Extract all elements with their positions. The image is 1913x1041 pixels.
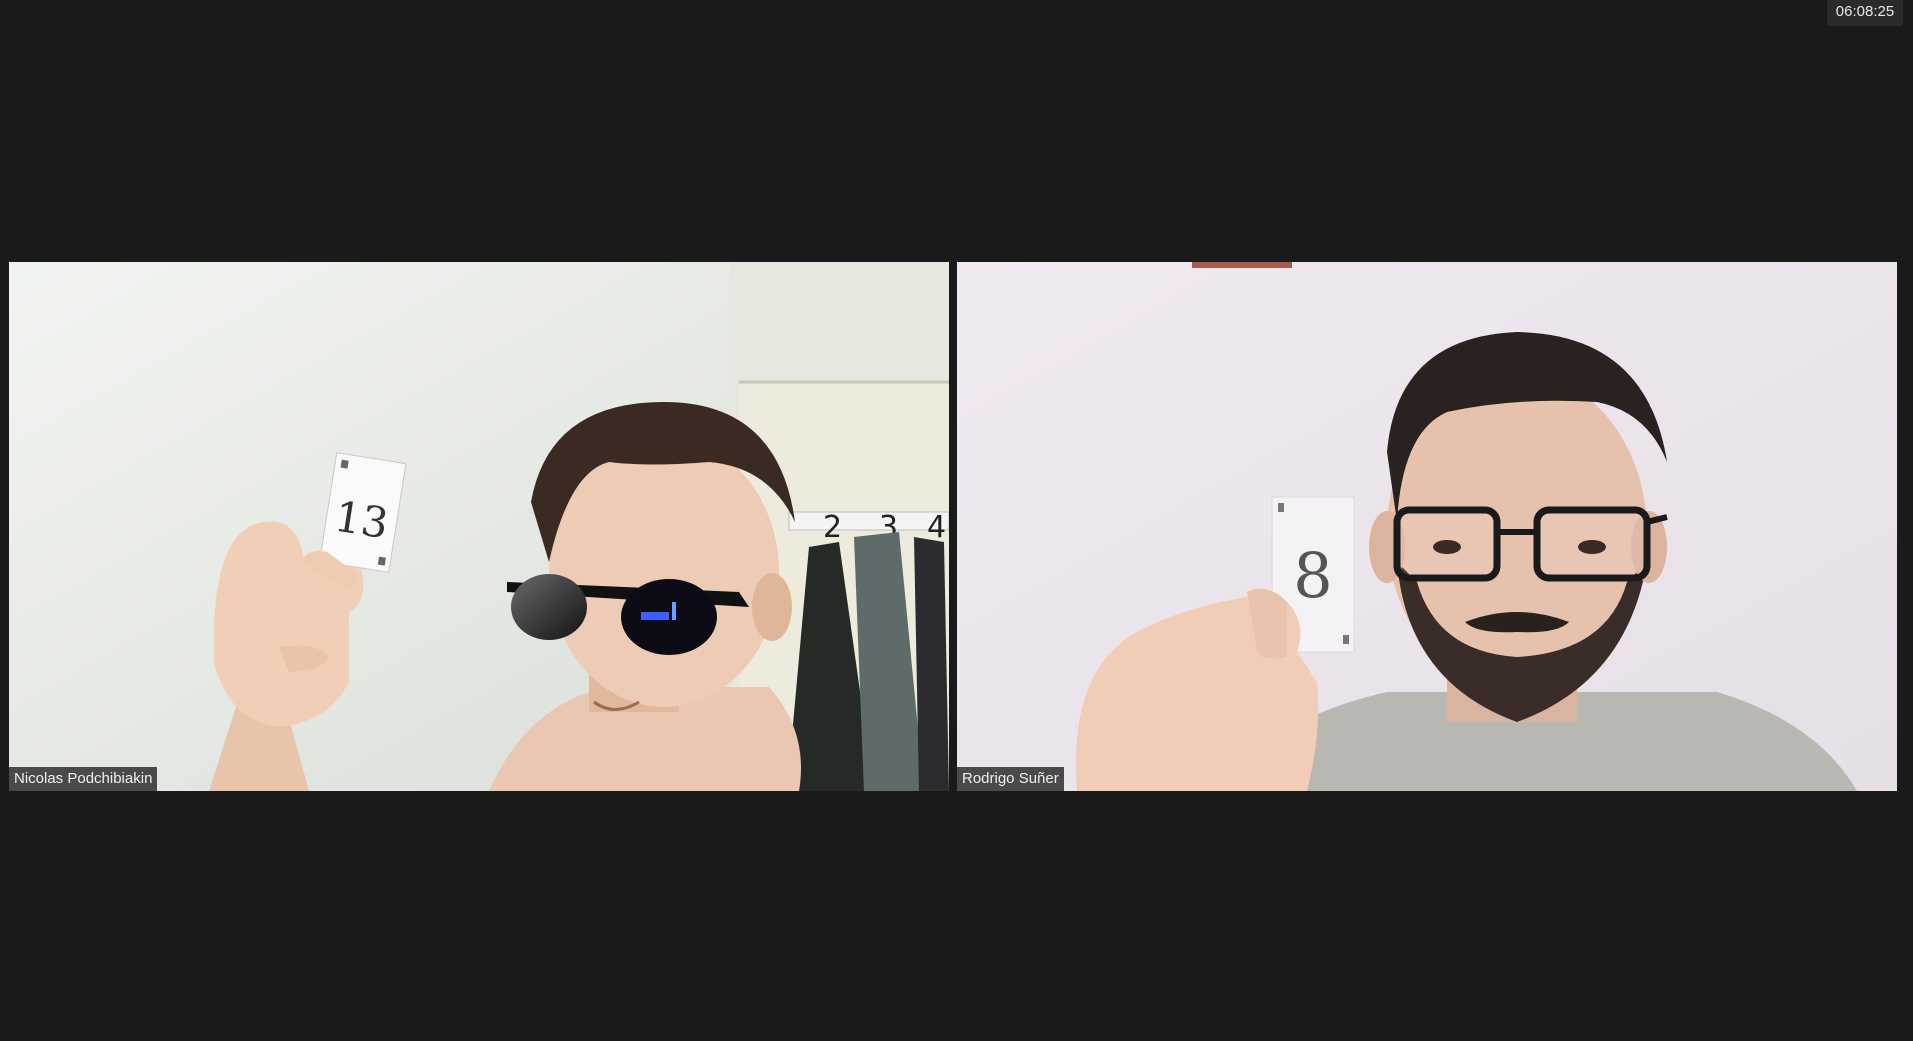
meeting-gallery-view: 06:08:25 2 3 4 13 Nicolas Podchibiakin 8…: [0, 0, 1913, 1041]
participant-video-feed: 2 3 4 13: [9, 262, 949, 791]
participant-video-tile[interactable]: 2 3 4 13 Nicolas Podchibiakin: [9, 262, 949, 791]
participant-video-feed: 8: [957, 262, 1897, 791]
card-number: 8: [1293, 539, 1332, 612]
participant-name-label: Rodrigo Suñer: [957, 767, 1064, 791]
hook-number: 2: [823, 510, 842, 545]
participant-name-label: Nicolas Podchibiakin: [9, 767, 158, 791]
meeting-timer: 06:08:25: [1827, 0, 1903, 26]
card-number: 13: [331, 492, 391, 549]
participant-video-tile[interactable]: 8 Rodrigo Suñer: [957, 262, 1897, 791]
